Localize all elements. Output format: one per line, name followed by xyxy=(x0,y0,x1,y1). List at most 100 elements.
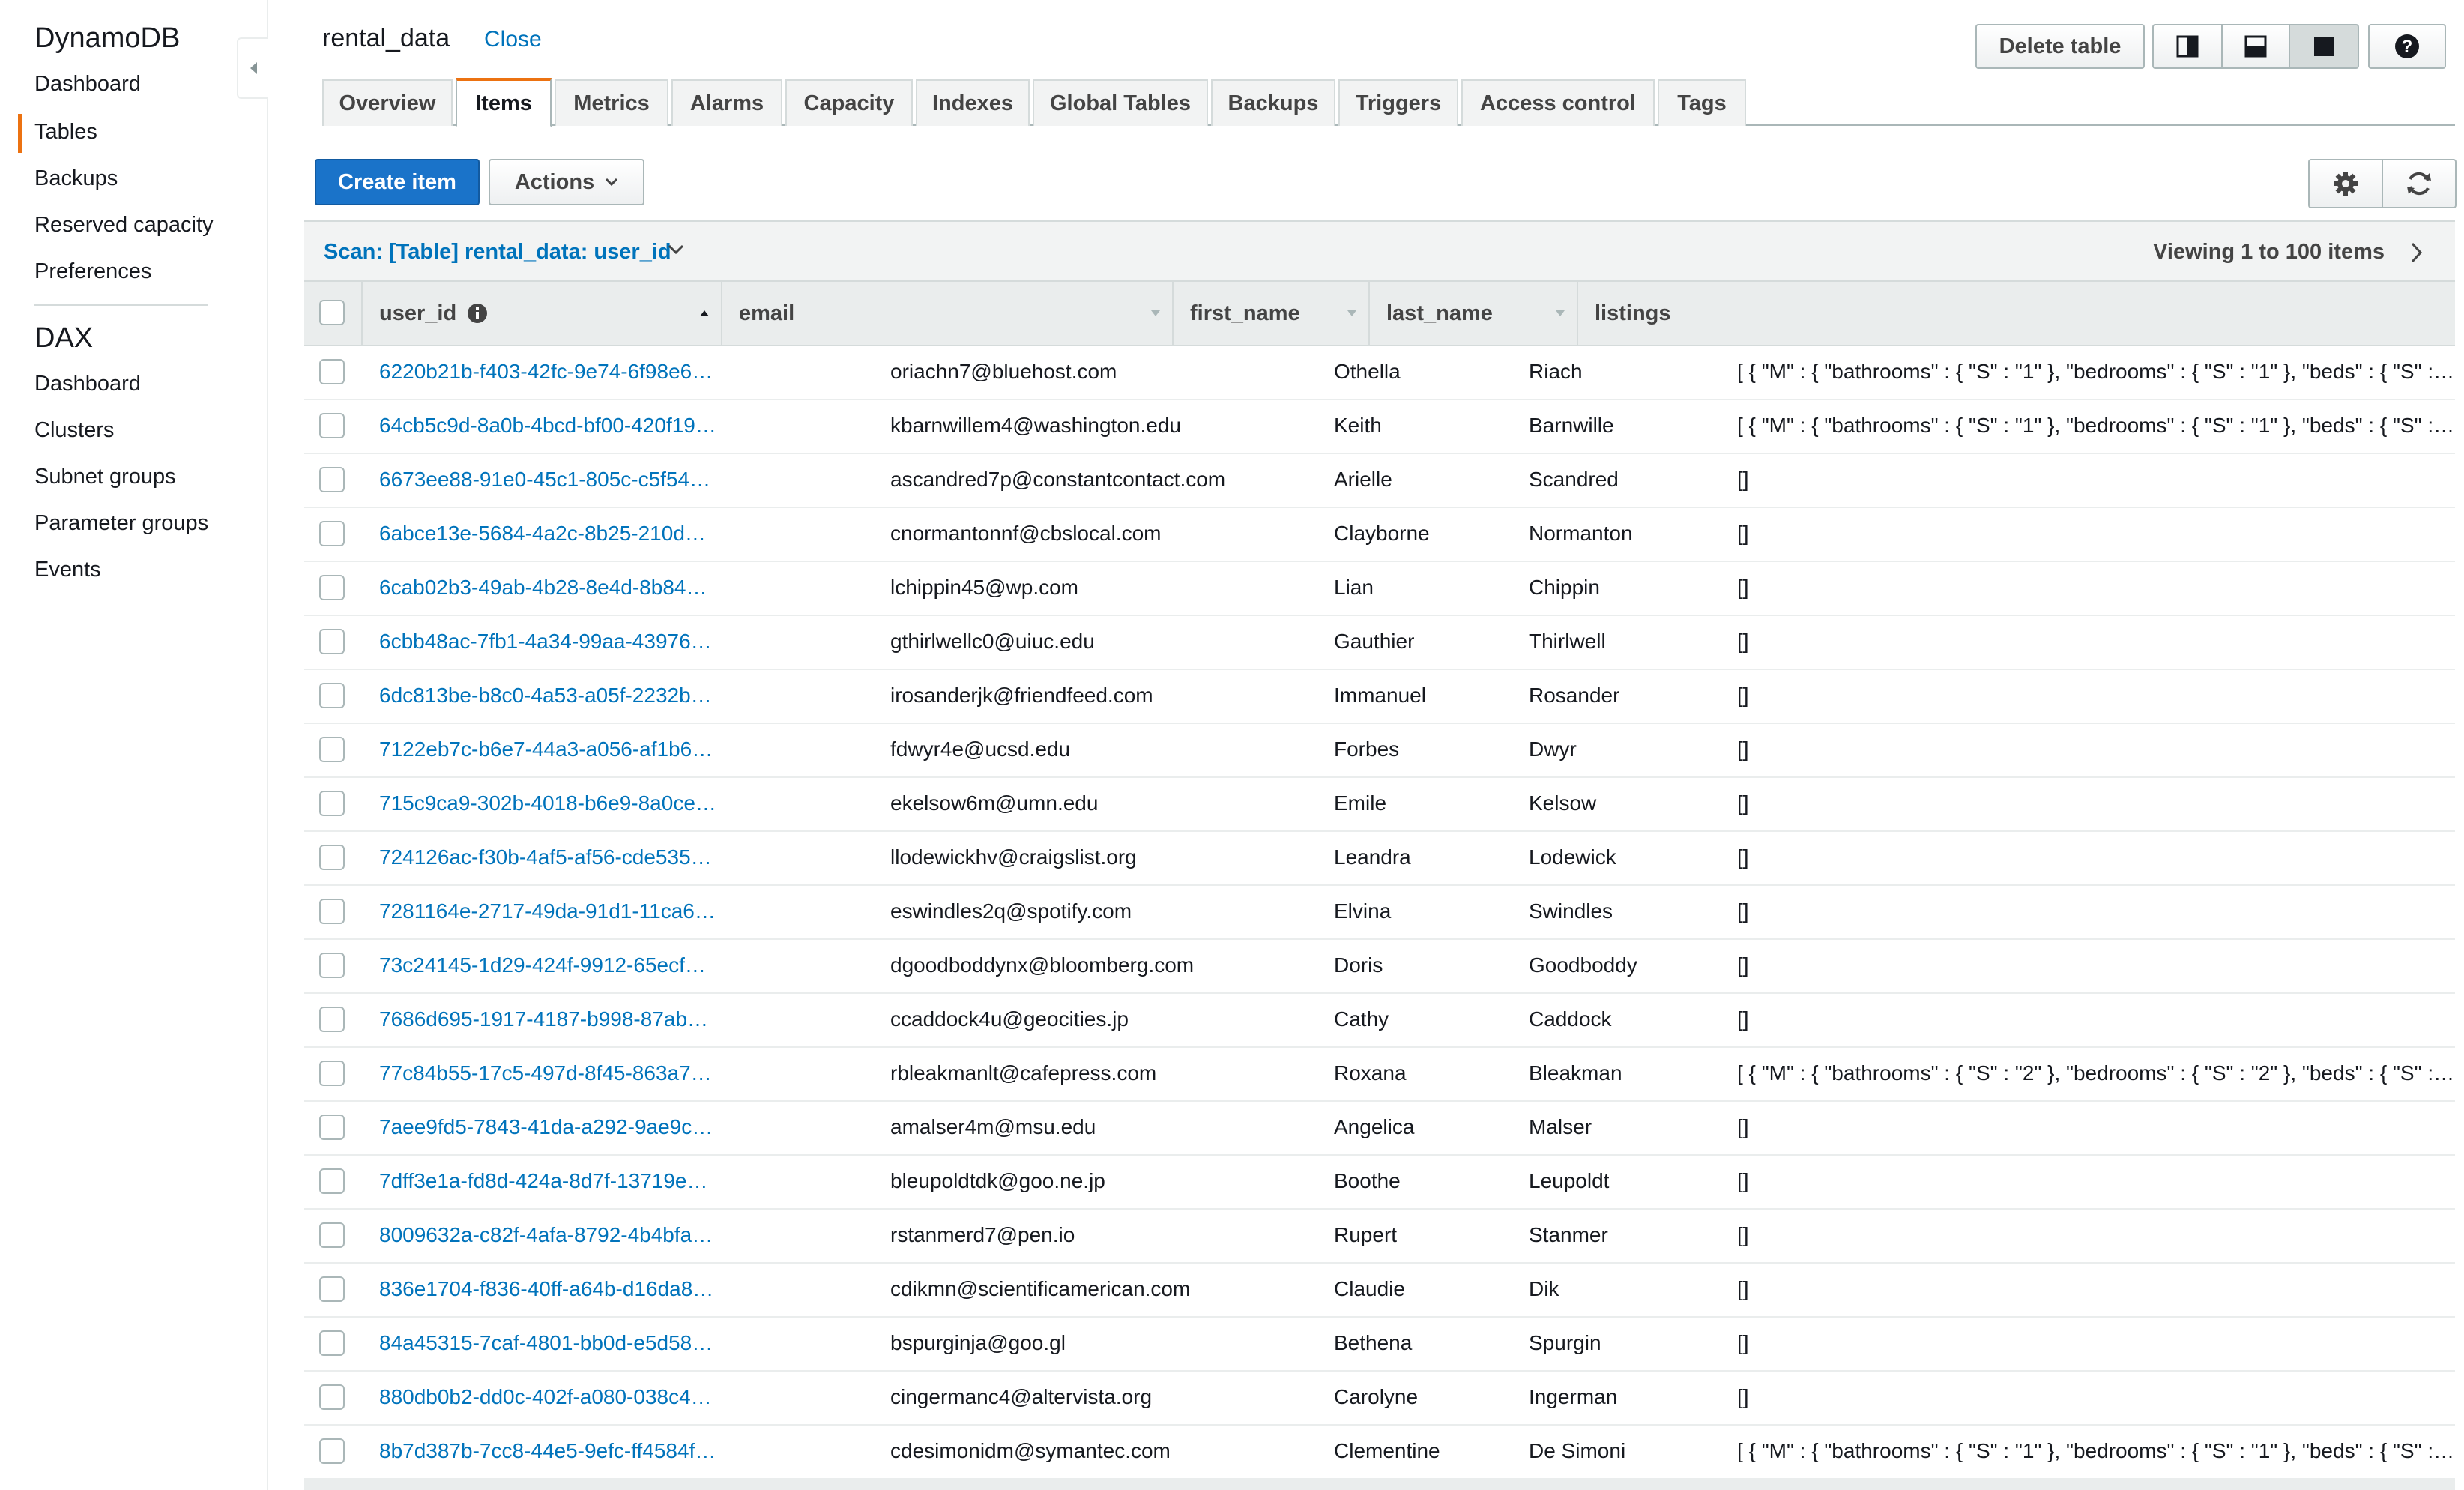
cell-user-id[interactable]: 7281164e-2717-49da-91d1-11ca6fb3fa92 xyxy=(379,884,716,938)
table-row[interactable]: 6220b21b-f403-42fc-9e74-6f98e62a3e7d oria… xyxy=(304,345,2457,400)
tab-capacity[interactable]: Capacity xyxy=(785,79,913,126)
row-checkbox[interactable] xyxy=(319,1168,345,1194)
sidebar-item-reserved-capacity[interactable]: Reserved capacity xyxy=(34,213,214,238)
column-header-email[interactable]: email xyxy=(721,282,1172,345)
row-checkbox[interactable] xyxy=(319,629,345,654)
cell-user-id[interactable]: 6cab02b3-49ab-4b28-8e4d-8b848048973e xyxy=(379,561,716,615)
cell-user-id[interactable]: 836e1704-f836-40ff-a64b-d16da88d0d7e xyxy=(379,1262,716,1316)
tab-triggers[interactable]: Triggers xyxy=(1338,79,1458,126)
cell-user-id[interactable]: 6dc813be-b8c0-4a53-a05f-2232ba12e99e xyxy=(379,669,716,723)
scan-query-label[interactable]: Scan: [Table] rental_data: user_id xyxy=(324,240,671,265)
settings-button[interactable] xyxy=(2308,159,2383,208)
horizontal-scrollbar[interactable] xyxy=(304,1478,2455,1490)
sidebar-item-tables[interactable]: Tables xyxy=(34,120,97,145)
refresh-button[interactable] xyxy=(2382,159,2457,208)
column-header-user-id[interactable]: user_id xyxy=(361,282,721,345)
chevron-right-icon[interactable] xyxy=(2410,241,2424,264)
full-view-button[interactable] xyxy=(2289,24,2359,69)
tab-global-tables[interactable]: Global Tables xyxy=(1033,79,1208,126)
table-row[interactable]: 6673ee88-91e0-45c1-805c-c5f54ba0fdbc asca… xyxy=(304,453,2455,508)
table-row[interactable]: 7aee9fd5-7843-41da-a292-9ae9c23dd604 amal… xyxy=(304,1100,2455,1156)
column-header-last-name[interactable]: last_name xyxy=(1368,282,1577,345)
table-row[interactable]: 77c84b55-17c5-497d-8f45-863a7e1a8fb1 rble… xyxy=(304,1046,2457,1102)
row-checkbox[interactable] xyxy=(319,791,345,816)
row-checkbox[interactable] xyxy=(319,845,345,870)
table-row[interactable]: 6dc813be-b8c0-4a53-a05f-2232ba12e99e iros… xyxy=(304,669,2455,724)
tab-items[interactable]: Items xyxy=(456,78,552,127)
cell-user-id[interactable]: 77c84b55-17c5-497d-8f45-863a7e1a8fb1 xyxy=(379,1046,716,1100)
cell-user-id[interactable]: 7686d695-1917-4187-b998-87ab411843de xyxy=(379,992,716,1046)
help-button[interactable]: ? xyxy=(2368,24,2446,69)
table-row[interactable]: 880db0b2-dd0c-402f-a080-038c46d4e6b8 cing… xyxy=(304,1370,2455,1426)
cell-user-id[interactable]: 73c24145-1d29-424f-9912-65ecf72bf154 xyxy=(379,938,716,992)
close-link[interactable]: Close xyxy=(484,27,542,52)
table-row[interactable]: 715c9ca9-302b-4018-b6e9-8a0ce29759d9 ekel… xyxy=(304,776,2455,832)
cell-user-id[interactable]: 6cbb48ac-7fb1-4a34-99aa-43976ea062b6 xyxy=(379,615,716,669)
sidebar-item-dax-dashboard[interactable]: Dashboard xyxy=(34,372,141,396)
table-row[interactable]: 6cab02b3-49ab-4b28-8e4d-8b848048973e lchi… xyxy=(304,561,2455,616)
row-checkbox[interactable] xyxy=(319,575,345,600)
table-row[interactable]: 64cb5c9d-8a0b-4bcd-bf00-420f194848a8 kbar… xyxy=(304,399,2457,454)
table-row[interactable]: 7686d695-1917-4187-b998-87ab411843de ccad… xyxy=(304,992,2455,1048)
cell-user-id[interactable]: 84a45315-7caf-4801-bb0d-e5d58fd5f2e4 xyxy=(379,1316,716,1370)
table-row[interactable]: 7281164e-2717-49da-91d1-11ca6fb3fa92 eswi… xyxy=(304,884,2455,940)
tab-overview[interactable]: Overview xyxy=(322,79,453,126)
row-checkbox[interactable] xyxy=(319,899,345,924)
row-checkbox[interactable] xyxy=(319,359,345,384)
tab-indexes[interactable]: Indexes xyxy=(916,79,1030,126)
table-row[interactable]: 84a45315-7caf-4801-bb0d-e5d58fd5f2e4 bspu… xyxy=(304,1316,2455,1372)
sidebar-item-subnet-groups[interactable]: Subnet groups xyxy=(34,465,176,489)
table-row[interactable]: 7122eb7c-b6e7-44a3-a056-af1b6b22494f fdwy… xyxy=(304,723,2455,778)
chevron-down-icon[interactable] xyxy=(667,243,685,256)
cell-user-id[interactable]: 6abce13e-5684-4a2c-8b25-210d8d308c81 xyxy=(379,507,716,561)
table-row[interactable]: 724126ac-f30b-4af5-af56-cde5351f481b llod… xyxy=(304,830,2455,886)
cell-user-id[interactable]: 7dff3e1a-fd8d-424a-8d7f-13719e205f0a xyxy=(379,1154,716,1208)
cell-user-id[interactable]: 880db0b2-dd0c-402f-a080-038c46d4e6b8 xyxy=(379,1370,716,1424)
cell-user-id[interactable]: 6673ee88-91e0-45c1-805c-c5f54ba0fdbc xyxy=(379,453,716,507)
sidebar-collapse-button[interactable] xyxy=(237,37,268,99)
cell-user-id[interactable]: 715c9ca9-302b-4018-b6e9-8a0ce29759d9 xyxy=(379,776,716,830)
row-checkbox[interactable] xyxy=(319,521,345,546)
sidebar-item-parameter-groups[interactable]: Parameter groups xyxy=(34,511,208,536)
sidebar-item-backups[interactable]: Backups xyxy=(34,166,118,191)
cell-user-id[interactable]: 64cb5c9d-8a0b-4bcd-bf00-420f194848a8 xyxy=(379,399,716,453)
tab-tags[interactable]: Tags xyxy=(1658,79,1746,126)
table-row[interactable]: 6abce13e-5684-4a2c-8b25-210d8d308c81 cnor… xyxy=(304,507,2455,562)
column-header-listings[interactable]: listings xyxy=(1577,282,2455,345)
row-checkbox[interactable] xyxy=(319,683,345,708)
sidebar-item-clusters[interactable]: Clusters xyxy=(34,418,114,443)
tab-backups[interactable]: Backups xyxy=(1211,79,1335,126)
row-checkbox[interactable] xyxy=(319,1384,345,1410)
row-checkbox[interactable] xyxy=(319,467,345,492)
tab-access-control[interactable]: Access control xyxy=(1461,79,1655,126)
row-checkbox[interactable] xyxy=(319,1222,345,1248)
row-checkbox[interactable] xyxy=(319,1438,345,1464)
select-all-checkbox[interactable] xyxy=(319,300,345,329)
table-row[interactable]: 7dff3e1a-fd8d-424a-8d7f-13719e205f0a bleu… xyxy=(304,1154,2455,1210)
row-checkbox[interactable] xyxy=(319,1276,345,1302)
table-row[interactable]: 8b7d387b-7cc8-44e5-9efc-ff4584f68e72 cdes… xyxy=(304,1424,2457,1480)
tab-alarms[interactable]: Alarms xyxy=(671,79,782,126)
tab-metrics[interactable]: Metrics xyxy=(555,79,668,126)
cell-user-id[interactable]: 8009632a-c82f-4afa-8792-4b4bfa71f799 xyxy=(379,1208,716,1262)
cell-user-id[interactable]: 7122eb7c-b6e7-44a3-a056-af1b6b22494f xyxy=(379,723,716,776)
table-row[interactable]: 73c24145-1d29-424f-9912-65ecf72bf154 dgoo… xyxy=(304,938,2455,994)
sidebar-item-events[interactable]: Events xyxy=(34,558,101,582)
row-checkbox[interactable] xyxy=(319,953,345,978)
cell-user-id[interactable]: 6220b21b-f403-42fc-9e74-6f98e62a3e7d xyxy=(379,345,716,399)
cell-user-id[interactable]: 724126ac-f30b-4af5-af56-cde5351f481b xyxy=(379,830,716,884)
row-checkbox[interactable] xyxy=(319,1007,345,1032)
row-checkbox[interactable] xyxy=(319,1115,345,1140)
table-row[interactable]: 836e1704-f836-40ff-a64b-d16da88d0d7e cdik… xyxy=(304,1262,2455,1318)
sidebar-item-preferences[interactable]: Preferences xyxy=(34,259,151,284)
split-bottom-view-button[interactable] xyxy=(2221,24,2290,69)
sidebar-item-dashboard[interactable]: Dashboard xyxy=(34,72,141,97)
split-right-view-button[interactable] xyxy=(2152,24,2223,69)
create-item-button[interactable]: Create item xyxy=(315,159,480,205)
cell-user-id[interactable]: 8b7d387b-7cc8-44e5-9efc-ff4584f68e72 xyxy=(379,1424,716,1478)
row-checkbox[interactable] xyxy=(319,413,345,438)
row-checkbox[interactable] xyxy=(319,1061,345,1086)
delete-table-button[interactable]: Delete table xyxy=(1975,24,2145,69)
column-header-first-name[interactable]: first_name xyxy=(1172,282,1368,345)
table-row[interactable]: 8009632a-c82f-4afa-8792-4b4bfa71f799 rsta… xyxy=(304,1208,2455,1264)
